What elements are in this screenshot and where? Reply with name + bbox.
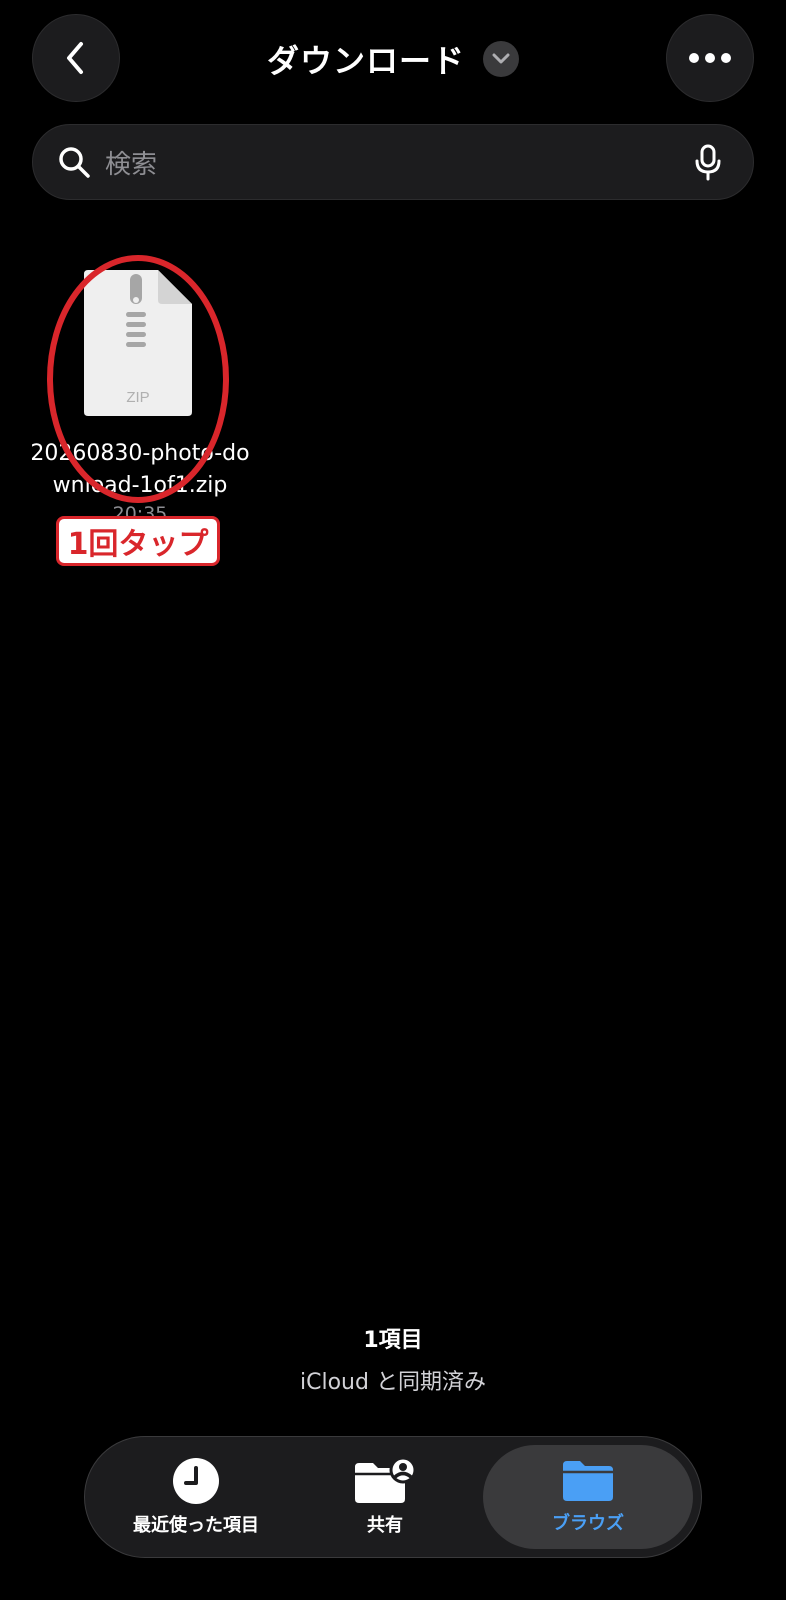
tap-annotation-label: 1回タップ bbox=[56, 516, 220, 566]
tab-browse-label: ブラウズ bbox=[552, 1513, 624, 1534]
tab-shared-label: 共有 bbox=[367, 1515, 403, 1536]
tab-shared[interactable]: 共有 bbox=[295, 1437, 475, 1557]
title-dropdown[interactable] bbox=[483, 41, 519, 77]
tab-bar: 最近使った項目 共有 ブラウズ bbox=[84, 1436, 702, 1558]
microphone-icon[interactable] bbox=[695, 144, 721, 182]
sync-status: iCloud と同期済み bbox=[300, 1370, 486, 1395]
ellipsis-icon bbox=[689, 53, 731, 63]
highlight-circle bbox=[47, 255, 229, 503]
folder-icon bbox=[563, 1461, 613, 1501]
tab-browse[interactable]: ブラウズ bbox=[483, 1445, 693, 1549]
item-count: 1項目 bbox=[363, 1328, 423, 1353]
search-bar[interactable]: 検索 bbox=[32, 124, 754, 200]
tab-recent-label: 最近使った項目 bbox=[133, 1515, 259, 1536]
shared-folder-icon bbox=[355, 1457, 417, 1503]
search-input[interactable]: 検索 bbox=[105, 144, 157, 181]
search-icon bbox=[59, 147, 90, 178]
tab-recent[interactable]: 最近使った項目 bbox=[101, 1437, 291, 1557]
clock-icon bbox=[173, 1458, 219, 1504]
more-button[interactable] bbox=[666, 14, 754, 102]
chevron-down-icon bbox=[492, 53, 510, 64]
page-title: ダウンロード bbox=[266, 42, 465, 80]
